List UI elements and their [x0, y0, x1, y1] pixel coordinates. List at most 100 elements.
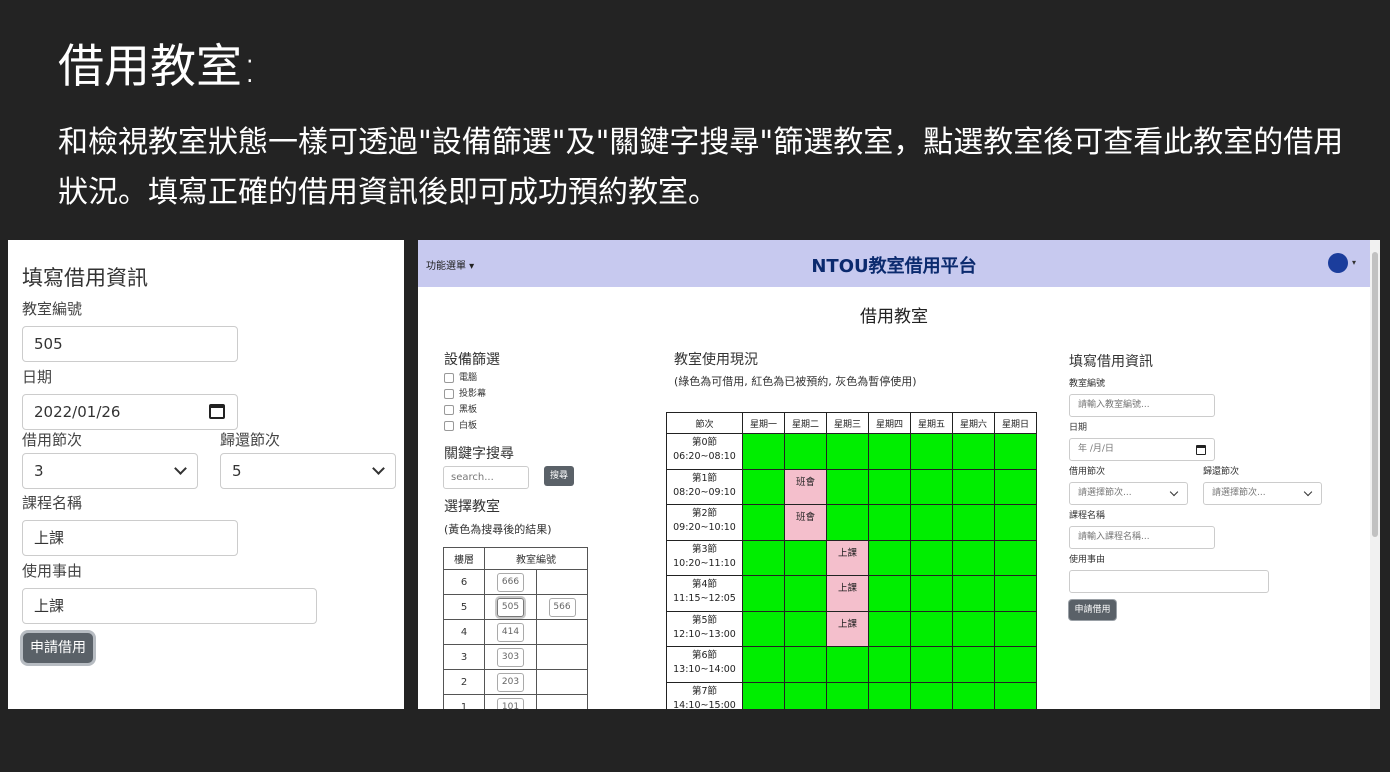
chevron-down-icon: [1303, 487, 1313, 497]
available-slot[interactable]: [868, 681, 911, 709]
filter-checkbox-projector[interactable]: 投影幕: [444, 388, 486, 402]
zoom-reason-input[interactable]: 上課: [22, 588, 317, 624]
booked-slot[interactable]: 班會: [784, 504, 827, 541]
available-slot[interactable]: [868, 433, 911, 470]
search-input[interactable]: search...: [443, 466, 529, 489]
room-button-selected[interactable]: 505: [497, 597, 524, 617]
available-slot[interactable]: [742, 646, 785, 683]
available-slot[interactable]: [742, 433, 785, 470]
submit-button[interactable]: 申請借用: [1069, 600, 1116, 620]
zoom-course-input[interactable]: 上課: [22, 520, 238, 556]
available-slot[interactable]: [994, 610, 1037, 647]
date-input[interactable]: 年 /月/日: [1069, 438, 1215, 461]
period-name: 第7節: [691, 685, 718, 697]
zoom-date-input[interactable]: 2022/01/26: [22, 394, 238, 430]
checkbox-icon[interactable]: [444, 404, 454, 415]
zoom-submit-button[interactable]: 申請借用: [23, 633, 93, 663]
filter-checkbox-blackboard[interactable]: 黑板: [444, 404, 477, 418]
zoom-return-value: 5: [232, 462, 242, 480]
booked-slot[interactable]: 班會: [784, 468, 827, 505]
filter-checkbox-computer[interactable]: 電腦: [444, 372, 477, 386]
available-slot[interactable]: [742, 610, 785, 647]
available-slot[interactable]: [784, 575, 827, 612]
available-slot[interactable]: [952, 539, 995, 576]
booked-slot[interactable]: 上課: [826, 610, 869, 647]
period-time: 10:20~11:10: [673, 557, 736, 569]
available-slot[interactable]: [994, 575, 1037, 612]
checkbox-icon[interactable]: [444, 420, 454, 431]
booked-slot[interactable]: 上課: [826, 539, 869, 576]
filter-checkbox-whiteboard[interactable]: 白板: [444, 420, 477, 434]
zoom-return-select[interactable]: 5: [220, 453, 396, 489]
available-slot[interactable]: [868, 539, 911, 576]
available-slot[interactable]: [868, 646, 911, 683]
room-button[interactable]: 203: [497, 672, 524, 692]
available-slot[interactable]: [784, 539, 827, 576]
course-input[interactable]: 請輸入課程名稱...: [1069, 526, 1215, 549]
available-slot[interactable]: [994, 646, 1037, 683]
available-slot[interactable]: [742, 681, 785, 709]
available-slot[interactable]: [910, 539, 953, 576]
available-slot[interactable]: [994, 539, 1037, 576]
available-slot[interactable]: [910, 433, 953, 470]
room-cell: 505: [484, 594, 537, 620]
available-slot[interactable]: [910, 610, 953, 647]
available-slot[interactable]: [994, 504, 1037, 541]
available-slot[interactable]: [994, 681, 1037, 709]
checkbox-icon[interactable]: [444, 388, 454, 399]
available-slot[interactable]: [952, 681, 995, 709]
available-slot[interactable]: [826, 646, 869, 683]
available-slot[interactable]: [742, 539, 785, 576]
available-slot[interactable]: [826, 681, 869, 709]
reason-input[interactable]: [1069, 570, 1269, 593]
booked-slot[interactable]: 上課: [826, 575, 869, 612]
available-slot[interactable]: [826, 433, 869, 470]
zoom-room-input[interactable]: 505: [22, 326, 238, 362]
col-floor: 樓層: [443, 547, 485, 570]
room-button[interactable]: 303: [497, 647, 524, 667]
available-slot[interactable]: [742, 504, 785, 541]
room-button[interactable]: 566: [548, 597, 576, 617]
floor-cell: 4: [443, 619, 485, 645]
checkbox-icon[interactable]: [444, 372, 454, 383]
calendar-icon[interactable]: [209, 404, 225, 419]
room-button[interactable]: 101: [497, 697, 524, 709]
room-input[interactable]: 請輸入教室編號...: [1069, 394, 1215, 417]
available-slot[interactable]: [910, 575, 953, 612]
available-slot[interactable]: [826, 504, 869, 541]
available-slot[interactable]: [952, 468, 995, 505]
available-slot[interactable]: [952, 504, 995, 541]
available-slot[interactable]: [784, 681, 827, 709]
calendar-icon[interactable]: [1196, 445, 1206, 455]
available-slot[interactable]: [868, 610, 911, 647]
available-slot[interactable]: [910, 468, 953, 505]
available-slot[interactable]: [868, 504, 911, 541]
search-button[interactable]: 搜尋: [544, 466, 574, 486]
floor-cell: 3: [443, 644, 485, 670]
available-slot[interactable]: [994, 433, 1037, 470]
scrollbar-thumb[interactable]: [1372, 252, 1378, 537]
available-slot[interactable]: [742, 575, 785, 612]
zoom-period-select[interactable]: 3: [22, 453, 198, 489]
available-slot[interactable]: [784, 610, 827, 647]
available-slot[interactable]: [952, 433, 995, 470]
room-button[interactable]: 666: [497, 572, 524, 592]
available-slot[interactable]: [784, 646, 827, 683]
available-slot[interactable]: [784, 433, 827, 470]
room-button[interactable]: 414: [497, 622, 524, 642]
available-slot[interactable]: [910, 646, 953, 683]
available-slot[interactable]: [952, 646, 995, 683]
available-slot[interactable]: [742, 468, 785, 505]
available-slot[interactable]: [868, 468, 911, 505]
return-select[interactable]: 請選擇節次...: [1203, 482, 1322, 505]
available-slot[interactable]: [868, 575, 911, 612]
available-slot[interactable]: [910, 681, 953, 709]
available-slot[interactable]: [910, 504, 953, 541]
available-slot[interactable]: [952, 610, 995, 647]
booking-form-heading: 填寫借用資訊: [1069, 354, 1153, 370]
available-slot[interactable]: [826, 468, 869, 505]
available-slot[interactable]: [994, 468, 1037, 505]
table-row: 第0節 06:20~08:10: [666, 433, 1037, 470]
available-slot[interactable]: [952, 575, 995, 612]
period-select[interactable]: 請選擇節次...: [1069, 482, 1188, 505]
